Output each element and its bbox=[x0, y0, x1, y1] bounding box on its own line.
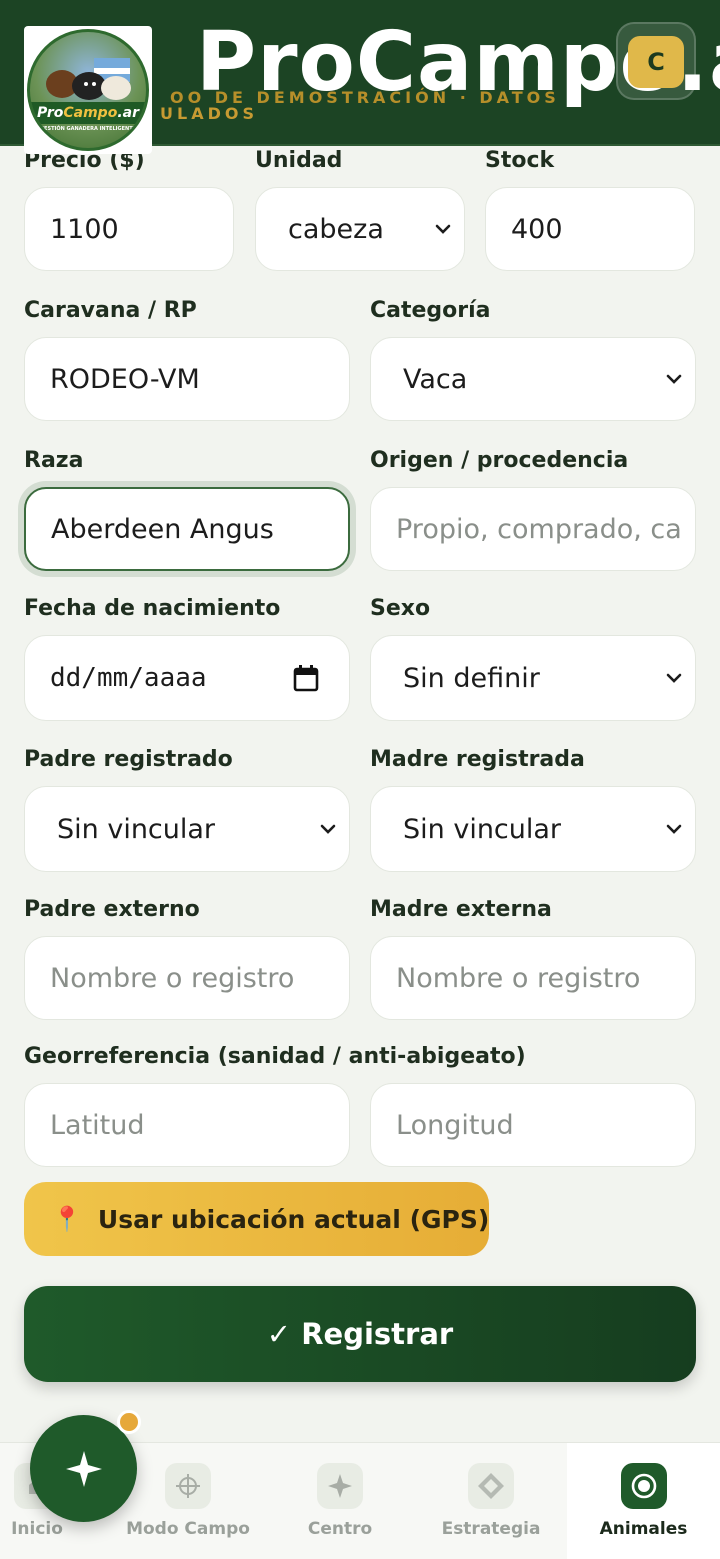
padre-externo-label: Padre externo bbox=[24, 897, 200, 922]
chevron-down-icon bbox=[666, 374, 682, 384]
nav-label-modo-campo: Modo Campo bbox=[126, 1519, 250, 1539]
longitud-input[interactable]: Longitud bbox=[370, 1083, 696, 1167]
logo-wordmark: ProCampo.ar bbox=[30, 102, 146, 124]
diamond-icon bbox=[468, 1463, 514, 1509]
raza-label: Raza bbox=[24, 448, 84, 473]
origen-input[interactable]: Propio, comprado, ca bbox=[370, 487, 696, 571]
nav-item-estrategia[interactable]: Estrategia bbox=[416, 1443, 566, 1559]
precio-input[interactable]: 1100 bbox=[24, 187, 234, 271]
fecha-label: Fecha de nacimiento bbox=[24, 596, 281, 621]
gps-button-label: Usar ubicación actual (GPS) bbox=[97, 1204, 490, 1234]
livestock-icon bbox=[46, 58, 131, 100]
user-menu-button[interactable]: C bbox=[616, 22, 696, 100]
sexo-label: Sexo bbox=[370, 596, 431, 621]
stock-input[interactable]: 400 bbox=[485, 187, 695, 271]
unidad-select-value: cabeza bbox=[288, 213, 384, 245]
sexo-select-value: Sin definir bbox=[403, 662, 540, 694]
chevron-down-icon bbox=[666, 673, 682, 683]
sexo-select[interactable]: Sin definir bbox=[370, 635, 696, 721]
nav-item-centro[interactable]: Centro bbox=[265, 1443, 415, 1559]
chevron-down-icon bbox=[435, 224, 451, 234]
caravana-label: Caravana / RP bbox=[24, 298, 197, 323]
fecha-placeholder: dd/mm/aaaa bbox=[50, 663, 207, 693]
gps-location-button[interactable]: 📍 Usar ubicación actual (GPS) bbox=[24, 1182, 489, 1256]
app-logo[interactable]: ProCampo.ar GESTIÓN GANADERA INTELIGENTE bbox=[24, 26, 152, 154]
categoria-select[interactable]: Vaca bbox=[370, 337, 696, 421]
nav-label-inicio: Inicio bbox=[11, 1519, 63, 1539]
calendar-icon[interactable] bbox=[293, 664, 319, 692]
padre-registrado-label: Padre registrado bbox=[24, 747, 233, 772]
madre-registrada-select[interactable]: Sin vincular bbox=[370, 786, 696, 872]
latitud-input[interactable]: Latitud bbox=[24, 1083, 350, 1167]
sparkle-icon bbox=[317, 1463, 363, 1509]
caravana-input[interactable]: RODEO-VM bbox=[24, 337, 350, 421]
chevron-down-icon bbox=[320, 824, 336, 834]
nav-label-centro: Centro bbox=[307, 1519, 373, 1539]
logo-emblem: ProCampo.ar GESTIÓN GANADERA INTELIGENTE bbox=[27, 29, 149, 151]
unidad-label: Unidad bbox=[255, 148, 343, 173]
fecha-input[interactable]: dd/mm/aaaa bbox=[24, 635, 350, 721]
padre-registrado-select[interactable]: Sin vincular bbox=[24, 786, 350, 872]
stock-label: Stock bbox=[485, 148, 555, 173]
categoria-label: Categoría bbox=[370, 298, 491, 323]
unidad-select[interactable]: cabeza bbox=[255, 187, 465, 271]
sparkle-icon bbox=[65, 1450, 102, 1487]
map-pin-icon: 📍 bbox=[52, 1205, 82, 1233]
nav-label-estrategia: Estrategia bbox=[441, 1519, 541, 1539]
madre-registrada-value: Sin vincular bbox=[403, 813, 562, 845]
animals-icon bbox=[620, 1463, 667, 1509]
nav-label-animales: Animales bbox=[599, 1519, 688, 1539]
raza-input[interactable]: Aberdeen Angus bbox=[24, 487, 350, 571]
madre-externa-label: Madre externa bbox=[370, 897, 552, 922]
logo-tagline: GESTIÓN GANADERA INTELIGENTE bbox=[39, 126, 137, 132]
padre-externo-input[interactable]: Nombre o registro bbox=[24, 936, 350, 1020]
origen-label: Origen / procedencia bbox=[370, 448, 629, 473]
padre-registrado-value: Sin vincular bbox=[57, 813, 216, 845]
chevron-down-icon bbox=[666, 824, 682, 834]
register-button[interactable]: ✓ Registrar bbox=[24, 1286, 696, 1382]
madre-externa-input[interactable]: Nombre o registro bbox=[370, 936, 696, 1020]
georreferencia-label: Georreferencia (sanidad / anti-abigeato) bbox=[24, 1044, 526, 1069]
notification-dot bbox=[117, 1410, 141, 1434]
madre-registrada-label: Madre registrada bbox=[370, 747, 585, 772]
nav-item-animales[interactable]: Animales bbox=[567, 1443, 720, 1559]
crosshair-icon bbox=[165, 1463, 211, 1509]
user-avatar: C bbox=[628, 36, 684, 88]
categoria-select-value: Vaca bbox=[403, 363, 468, 395]
